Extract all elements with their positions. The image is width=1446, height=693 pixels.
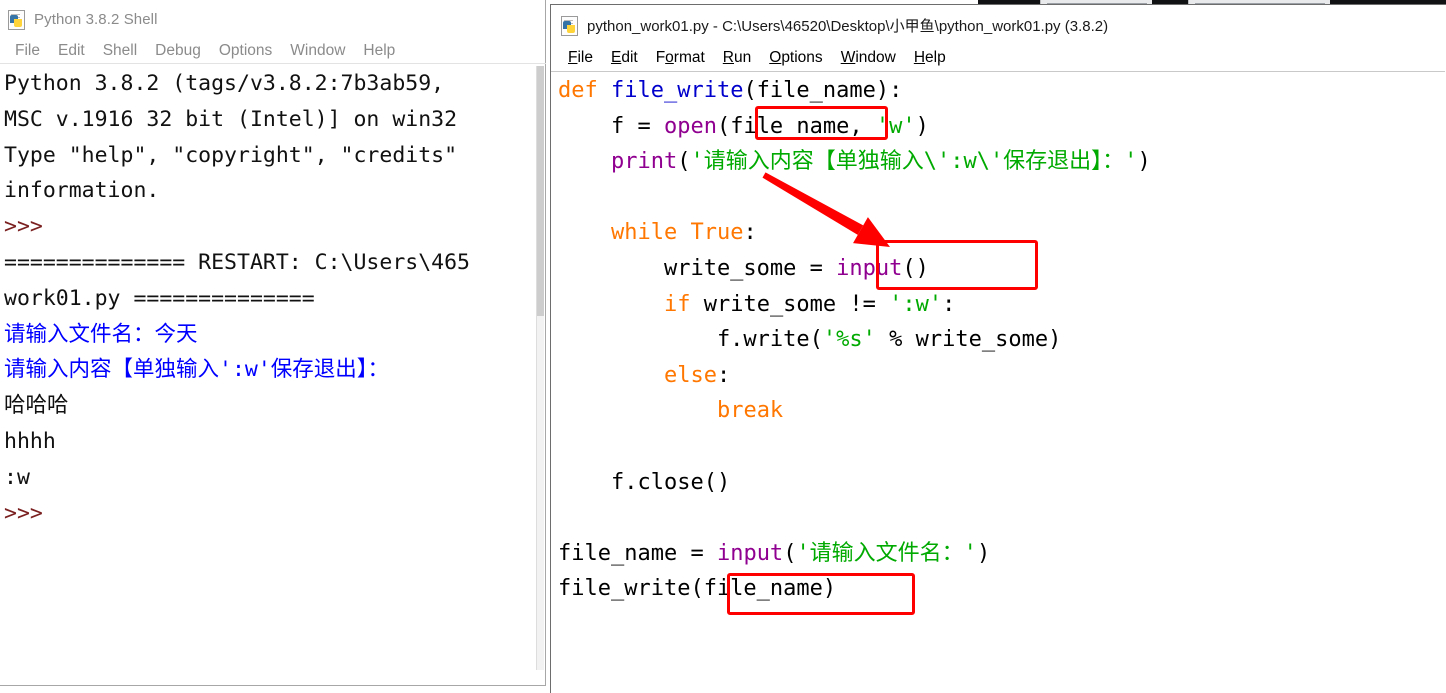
editor-menu-run[interactable]: Run [714,49,760,67]
shell-window-title: Python 3.8.2 Shell [34,10,158,28]
shell-menubar[interactable]: File Edit Shell Debug Options Window Hel… [0,38,546,64]
shell-line: >>> [4,500,56,526]
shell-menu-window[interactable]: Window [281,42,354,60]
shell-menu-file[interactable]: File [6,42,49,60]
code-line: def file_write(file_name): [558,78,903,103]
shell-line: work01.py ============== [4,285,315,311]
code-line: if write_some != ':w': [663,291,956,317]
editor-menu-file[interactable]: File [559,49,602,67]
shell-line: hhhh [4,428,56,454]
editor-menu-help[interactable]: Help [905,49,955,67]
shell-titlebar[interactable]: Python 3.8.2 Shell [0,4,546,34]
editor-titlebar[interactable]: python_work01.py - C:\Users\46520\Deskto… [551,11,1445,39]
shell-line: 请输入内容【单独输入':w'保存退出】： [4,357,390,383]
shell-menu-options[interactable]: Options [210,42,281,60]
python-file-icon [7,9,26,30]
editor-window-title: python_work01.py - C:\Users\46520\Deskto… [587,17,1109,35]
editor-menu-edit[interactable]: Edit [602,49,647,67]
source-code: def file_write(file_name): f = open(file… [551,73,1445,607]
code-line: f.write('%s' % write_some) [558,327,1062,353]
editor-menu-options[interactable]: Options [760,49,831,67]
code-line: write_some = input() [558,255,929,281]
code-line: file_write(file_name) [558,576,837,602]
shell-line: :w [4,464,30,490]
shell-line: 请输入文件名：今天 [4,321,198,347]
code-line: break [716,398,784,424]
shell-line: 哈哈哈 [4,393,69,419]
shell-menu-edit[interactable]: Edit [49,42,94,60]
shell-line: Python 3.8.2 (tags/v3.8.2:7b3ab59, [4,71,445,96]
shell-output-text: Python 3.8.2 (tags/v3.8.2:7b3ab59, MSC v.… [0,66,538,531]
code-line: while True: [610,220,757,246]
shell-menu-debug[interactable]: Debug [146,42,210,60]
shell-menu-shell[interactable]: Shell [94,42,146,60]
editor-menu-format[interactable]: Format [647,49,714,67]
shell-line: information. [4,178,160,204]
python-file-icon [560,15,579,36]
shell-line: MSC v.1916 32 bit (Intel)] on win32 [4,106,458,132]
shell-line: Type "help", "copyright", "credits" [4,142,458,168]
screen: Python 3.8.2 Shell File Edit Shell Debug… [0,0,1446,693]
editor-menubar[interactable]: File Edit Format Run Options Window Help [551,45,1445,72]
code-line: print('请输入内容【单独输入\':w\'保存退出】：') [610,149,1151,175]
idle-editor-window[interactable]: python_work01.py - C:\Users\46520\Deskto… [550,4,1446,693]
code-line: f = open(file_name, 'w') [558,113,929,139]
shell-line: >>> [4,214,56,240]
code-line: else: [663,362,731,388]
editor-menu-window[interactable]: Window [832,49,905,67]
code-line: f.close() [558,469,731,495]
code-line: file_name = input('请输入文件名：') [558,540,991,566]
shell-scrollbar-thumb[interactable] [537,66,544,316]
shell-output-area[interactable]: Python 3.8.2 (tags/v3.8.2:7b3ab59, MSC v.… [0,66,538,670]
shell-line: ============== RESTART: C:\Users\465 [4,249,470,275]
shell-vertical-scrollbar[interactable] [536,66,544,670]
editor-code-area[interactable]: def file_write(file_name): f = open(file… [551,73,1445,693]
shell-menu-help[interactable]: Help [354,42,404,60]
python-shell-window[interactable]: Python 3.8.2 Shell File Edit Shell Debug… [0,0,546,686]
